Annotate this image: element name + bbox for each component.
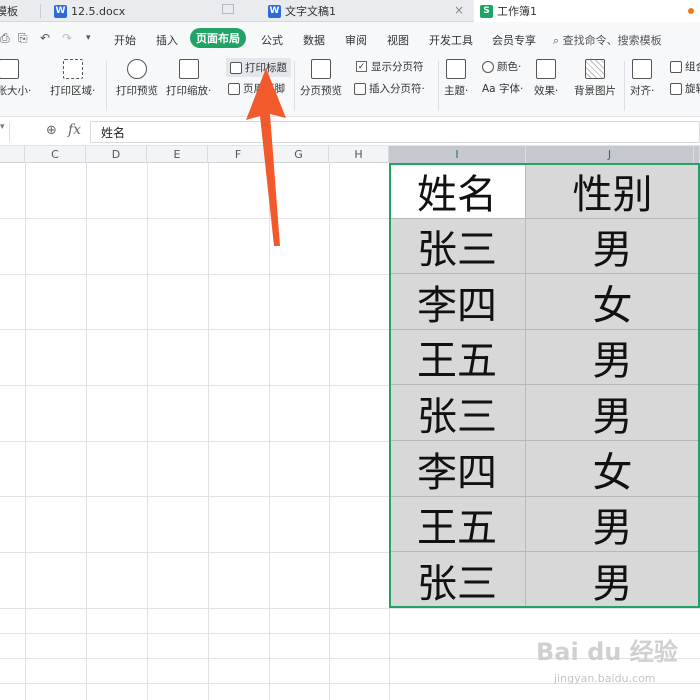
print-scale-icon <box>178 59 199 79</box>
page-break-preview-icon <box>311 59 331 79</box>
menu-page-layout[interactable]: 页面布局 <box>190 28 246 48</box>
column-header-k[interactable] <box>694 146 700 163</box>
tab-workbook[interactable]: S 工作簿1 <box>474 0 700 22</box>
fx-icon[interactable]: fx <box>68 122 81 138</box>
name-gender-table: 姓名 性别 张三 男 李四 女 王五 男 张三 男 李四 女 王五 男 张三 男 <box>389 163 700 608</box>
column-header-h[interactable]: H <box>329 146 389 163</box>
group-icon <box>670 60 682 73</box>
table-cell-name[interactable]: 张三 <box>389 219 526 274</box>
table-cell-gender[interactable]: 男 <box>526 219 700 274</box>
header-footer-button[interactable]: 页眉页脚 <box>228 81 285 96</box>
column-header-d[interactable]: D <box>86 146 147 163</box>
column-header-c[interactable]: C <box>25 146 86 163</box>
insert-page-break-button[interactable]: 插入分页符· <box>354 81 425 96</box>
background-image-button[interactable]: 背景图片 <box>574 59 616 98</box>
command-search[interactable]: ⌕ 查找命令、搜索模板 <box>553 32 662 48</box>
print-area-button[interactable]: 打印区域· <box>50 59 95 98</box>
background-image-icon <box>585 59 605 79</box>
unsaved-dot-icon <box>688 8 694 14</box>
menu-formulas[interactable]: 公式 <box>261 32 283 48</box>
checkmark-icon: ✓ <box>356 61 367 72</box>
color-button[interactable]: 颜色· <box>482 59 521 74</box>
tab-wps-doc[interactable]: W 文字文稿1 × <box>268 0 468 22</box>
chevron-down-icon: ▾ <box>0 122 5 132</box>
tab-bar: 模板 W 12.5.docx W 文字文稿1 × S 工作簿1 <box>0 0 700 22</box>
page-break-preview-button[interactable]: 分页预览 <box>300 59 342 98</box>
word-file-icon: W <box>268 4 281 18</box>
word-file-icon: W <box>54 4 67 18</box>
menu-developer[interactable]: 开发工具 <box>429 32 473 48</box>
align-icon <box>632 59 653 79</box>
effects-icon <box>536 59 557 79</box>
rotate-button[interactable]: 旋转 <box>670 81 700 96</box>
ribbon-menu: ⎙ ⎘ ↶ ↷ ▾ 开始 插入 页面布局 公式 数据 审阅 视图 开发工具 会员… <box>0 22 700 55</box>
paper-size-button[interactable]: 纸张大小· <box>0 59 31 98</box>
redo-icon[interactable]: ↷ <box>62 31 72 45</box>
print-area-icon <box>62 59 83 79</box>
table-cell-name[interactable]: 李四 <box>389 441 526 497</box>
spreadsheet-file-icon: S <box>480 4 493 18</box>
menu-insert[interactable]: 插入 <box>156 32 178 48</box>
table-cell-gender[interactable]: 男 <box>526 385 700 441</box>
rotate-icon <box>670 82 682 95</box>
menu-view[interactable]: 视图 <box>387 32 409 48</box>
formula-bar: ▾ ⊕ fx 姓名 <box>0 118 700 146</box>
column-header-b[interactable] <box>0 146 25 163</box>
align-button[interactable]: 对齐· <box>630 59 654 98</box>
menu-review[interactable]: 审阅 <box>345 32 367 48</box>
print-scale-button[interactable]: 打印缩放· <box>166 59 211 98</box>
table-cell-name[interactable]: 王五 <box>389 330 526 385</box>
table-header-cell[interactable]: 性别 <box>526 163 700 219</box>
column-header-row: C D E F G H I J <box>0 146 700 163</box>
table-cell-name[interactable]: 王五 <box>389 497 526 552</box>
magnifier-icon <box>127 59 147 79</box>
customize-dropdown-icon[interactable]: ▾ <box>86 33 91 43</box>
table-cell-gender[interactable]: 男 <box>526 552 700 608</box>
table-cell-name[interactable]: 张三 <box>389 552 526 608</box>
print-preview-button[interactable]: 打印预览 <box>116 59 158 98</box>
table-header-cell[interactable]: 姓名 <box>389 163 526 219</box>
column-header-g[interactable]: G <box>269 146 329 163</box>
page-break-icon <box>354 82 366 95</box>
font-button[interactable]: Aa 字体· <box>482 81 523 96</box>
column-header-e[interactable]: E <box>147 146 208 163</box>
menu-member[interactable]: 会员专享 <box>492 32 536 48</box>
formula-input[interactable]: 姓名 <box>90 121 700 143</box>
print-titles-button[interactable]: 打印标题 <box>226 58 291 77</box>
palette-icon <box>482 60 494 73</box>
menu-data[interactable]: 数据 <box>303 32 325 48</box>
print-preview-icon[interactable]: ⎘ <box>18 31 28 46</box>
column-header-j[interactable]: J <box>526 146 694 163</box>
show-page-breaks-checkbox[interactable]: ✓ 显示分页符 <box>356 59 424 74</box>
close-icon[interactable]: × <box>454 3 464 17</box>
tab-templates[interactable]: 模板 <box>0 0 41 22</box>
page-layout-toolbar: 纸张大小· 打印区域· 打印预览 打印缩放· 打印标题 页眉页脚 分页预览 ✓ … <box>0 55 700 117</box>
group-button[interactable]: 组合 <box>670 59 700 74</box>
tab-docx[interactable]: W 12.5.docx <box>54 0 254 22</box>
column-header-i[interactable]: I <box>389 146 526 163</box>
name-box[interactable]: ▾ <box>0 122 10 142</box>
column-header-f[interactable]: F <box>208 146 269 163</box>
table-cell-gender[interactable]: 女 <box>526 274 700 330</box>
menu-home[interactable]: 开始 <box>114 32 136 48</box>
undo-icon[interactable]: ↶ <box>40 31 50 45</box>
search-icon: ⌕ <box>553 34 560 47</box>
table-cell-name[interactable]: 李四 <box>389 274 526 330</box>
table-cell-name[interactable]: 张三 <box>389 385 526 441</box>
zoom-formula-icon[interactable]: ⊕ <box>46 123 57 138</box>
effects-button[interactable]: 效果· <box>534 59 558 98</box>
table-cell-gender[interactable]: 女 <box>526 441 700 497</box>
paper-size-icon <box>0 59 19 79</box>
theme-button[interactable]: 主题· <box>444 59 468 98</box>
table-cell-gender[interactable]: 男 <box>526 497 700 552</box>
header-footer-icon <box>228 82 240 95</box>
print-icon[interactable]: ⎙ <box>0 31 10 46</box>
print-titles-icon <box>230 61 242 74</box>
screen-icon <box>222 4 234 14</box>
theme-icon <box>446 59 467 79</box>
baidu-jingyan-watermark: Bai du 经验 jingyan.baidu.com <box>536 638 678 685</box>
table-cell-gender[interactable]: 男 <box>526 330 700 385</box>
